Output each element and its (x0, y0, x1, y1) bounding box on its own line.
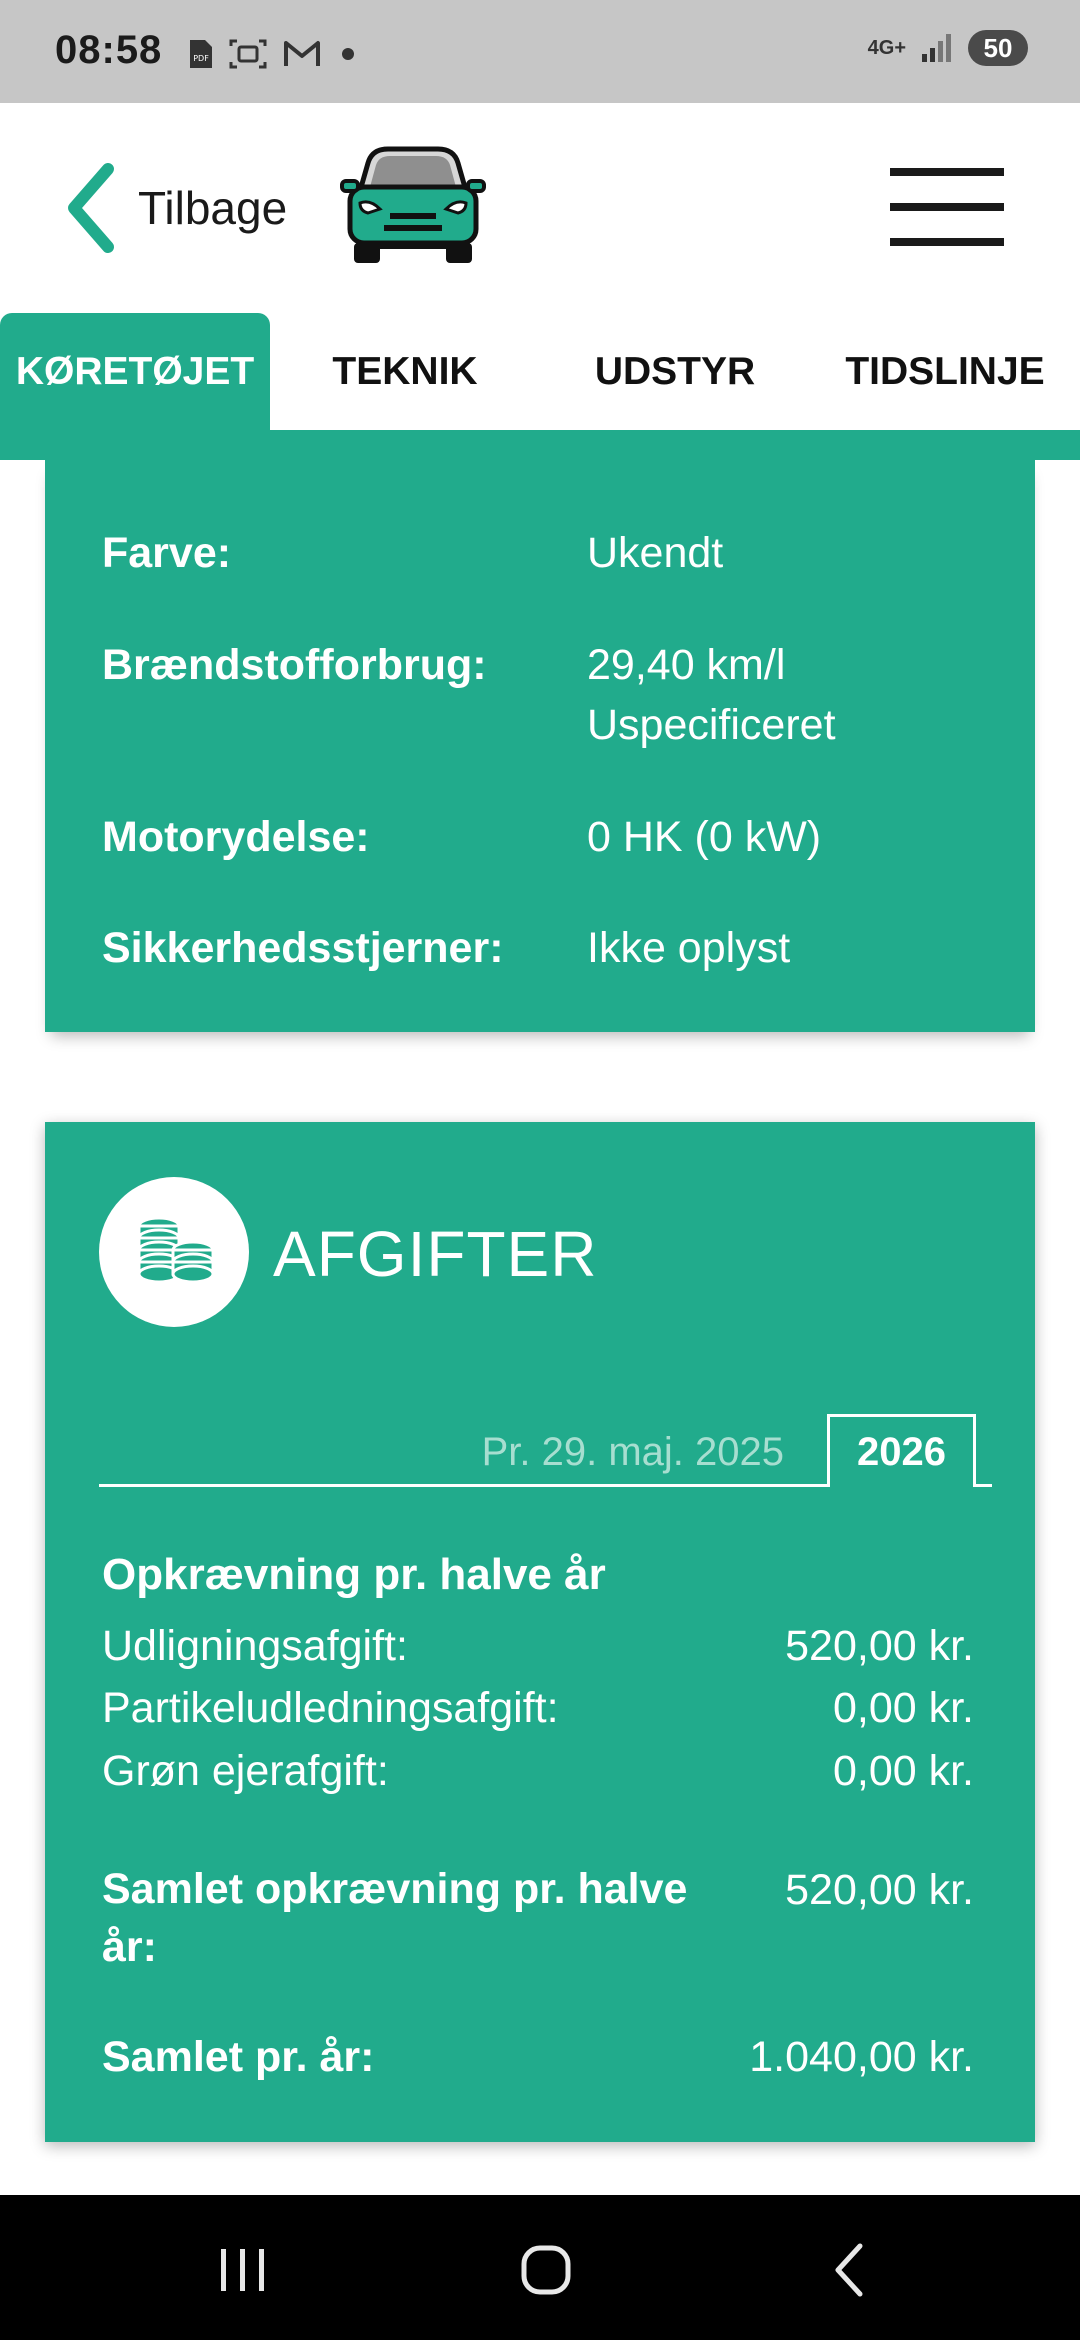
tax-section-heading: Opkrævning pr. halve år (102, 1550, 606, 1599)
detail-label: Sikkerhedsstjerner: (102, 924, 504, 972)
home-icon (521, 2245, 571, 2295)
tax-total-half-label: Samlet opkrævning pr. halve år: (102, 1860, 702, 1976)
tab-underline (0, 430, 1080, 460)
recents-icon (221, 2249, 264, 2291)
notification-icons: PDF (188, 36, 354, 72)
tax-total-year-value: 1.040,00 kr. (749, 2033, 974, 2081)
status-time: 08:58 (55, 28, 163, 72)
period-tabs: Pr. 29. maj. 2025 2026 (99, 1412, 992, 1487)
detail-label: Brændstofforbrug: (102, 641, 487, 689)
period-divider (99, 1484, 827, 1487)
detail-label: Farve: (102, 529, 232, 577)
system-nav-bar (0, 2195, 1080, 2340)
dot-icon (342, 48, 354, 60)
pdf-icon: PDF (190, 40, 212, 68)
signal-icon (922, 34, 951, 62)
taxes-card: AFGIFTER Pr. 29. maj. 2025 2026 Opkrævni… (45, 1122, 1035, 2142)
battery-indicator: 50 (968, 30, 1028, 66)
coins-icon-circle (99, 1177, 249, 1327)
tax-value: 0,00 kr. (832, 1684, 974, 1732)
tab-udstyr[interactable]: UDSTYR (540, 313, 810, 430)
detail-value: Ukendt (587, 529, 724, 577)
network-type: 4G+ (867, 37, 906, 59)
detail-label: Motorydelse: (102, 813, 370, 861)
period-tab-active[interactable]: 2026 (827, 1414, 976, 1487)
period-divider-end (976, 1484, 992, 1487)
detail-value: 29,40 km/l (587, 641, 786, 689)
coins-icon (137, 1216, 215, 1284)
tax-total-half-row: Samlet opkrævning pr. halve år: 520,00 k… (102, 1860, 974, 1976)
tax-label: Partikeludledningsafgift: (102, 1684, 559, 1732)
tab-tidslinje[interactable]: TIDSLINJE (810, 313, 1080, 430)
vehicle-details-card: Farve: Ukendt Brændstofforbrug: 29,40 km… (45, 460, 1035, 1032)
app-header: Tilbage (0, 103, 1080, 313)
tax-total-year-row: Samlet pr. år: 1.040,00 kr. (102, 2033, 974, 2082)
back-label: Tilbage (138, 182, 288, 234)
tax-total-half-label-line1: Samlet opkrævning pr. halve (102, 1865, 688, 1913)
period-tab-previous[interactable]: Pr. 29. maj. 2025 (482, 1430, 784, 1475)
tax-total-half-label-line2: år: (102, 1923, 157, 1971)
chevron-left-icon (68, 163, 114, 253)
detail-value: 0 HK (0 kW) (587, 813, 822, 861)
gmail-icon (284, 41, 320, 66)
tax-total-year-label: Samlet pr. år: (102, 2033, 375, 2081)
detail-value-sub: Uspecificeret (587, 701, 836, 749)
tax-row: Grøn ejerafgift: 0,00 kr. (102, 1747, 974, 1796)
tax-value: 0,00 kr. (832, 1747, 974, 1795)
recents-button[interactable] (193, 2230, 293, 2310)
hamburger-icon (890, 168, 1004, 176)
tax-total-half-value: 520,00 kr. (785, 1866, 974, 1914)
svg-text:PDF: PDF (193, 54, 209, 63)
back-icon (835, 2243, 863, 2297)
tab-bar: KØRETØJET TEKNIK UDSTYR TIDSLINJE (0, 313, 1080, 430)
taxes-title: AFGIFTER (273, 1218, 598, 1290)
tax-row: Udligningsafgift: 520,00 kr. (102, 1622, 974, 1671)
menu-button[interactable] (890, 168, 1008, 252)
tab-koeretoejet[interactable]: KØRETØJET (0, 313, 270, 430)
tax-row: Partikeludledningsafgift: 0,00 kr. (102, 1684, 974, 1733)
detail-value: Ikke oplyst (587, 924, 791, 972)
status-bar: 08:58 PDF 4G+ 50 (0, 0, 1080, 103)
home-button[interactable] (496, 2230, 596, 2310)
back-button[interactable]: Tilbage (66, 158, 287, 258)
tax-label: Grøn ejerafgift: (102, 1747, 389, 1795)
tab-teknik[interactable]: TEKNIK (270, 313, 540, 430)
screenshot-icon (229, 39, 267, 69)
system-back-button[interactable] (800, 2230, 900, 2310)
tax-label: Udligningsafgift: (102, 1622, 408, 1670)
tax-value: 520,00 kr. (785, 1622, 974, 1670)
car-icon (340, 146, 486, 263)
